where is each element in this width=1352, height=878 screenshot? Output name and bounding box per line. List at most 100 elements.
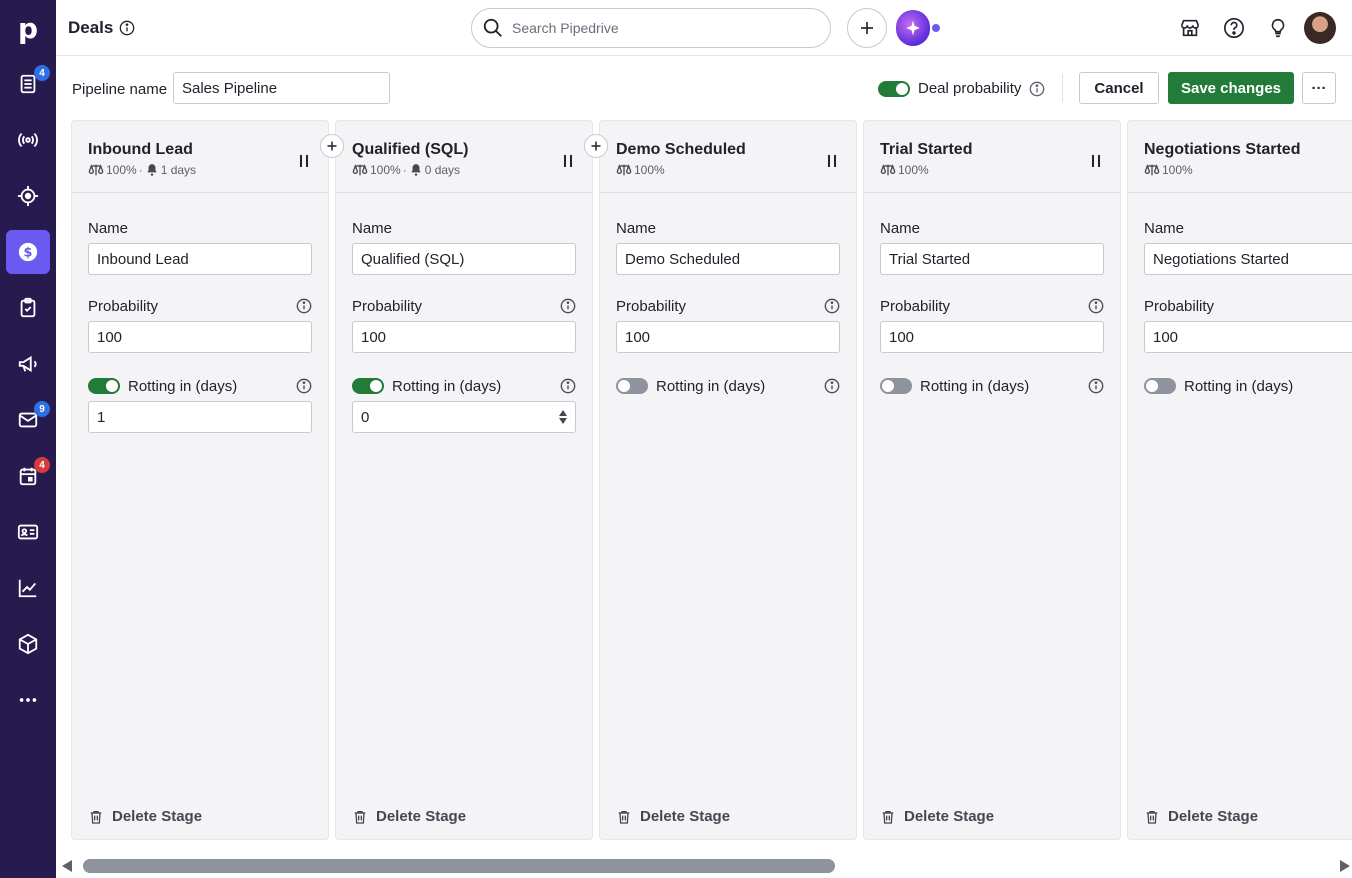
info-icon[interactable] — [824, 298, 840, 314]
probability-input[interactable]: 100 — [88, 321, 312, 353]
divider — [1062, 74, 1063, 102]
cancel-button[interactable]: Cancel — [1079, 72, 1159, 104]
contact-card-icon — [17, 524, 39, 540]
scroll-right-arrow[interactable] — [1340, 860, 1350, 872]
info-icon[interactable] — [1029, 81, 1045, 97]
stage-name-input[interactable]: Inbound Lead — [88, 243, 312, 275]
sidebar: p 4 $ 9 4 — [0, 0, 56, 878]
more-options-button[interactable]: ··· — [1302, 72, 1336, 104]
stage-name-input[interactable]: Qualified (SQL) — [352, 243, 576, 275]
search-input[interactable] — [512, 20, 812, 36]
scroll-left-arrow[interactable] — [62, 860, 72, 872]
page-title-text: Deals — [68, 18, 114, 37]
sidebar-item-products[interactable] — [6, 622, 50, 666]
help-button[interactable] — [1220, 14, 1248, 42]
sidebar-item-more[interactable] — [6, 678, 50, 722]
drag-handle-icon[interactable] — [564, 155, 572, 167]
horizontal-scrollbar[interactable] — [56, 852, 1352, 878]
rotting-toggle[interactable] — [88, 378, 120, 394]
stage-name-input[interactable]: Negotiations Started — [1144, 243, 1352, 275]
quick-add-button[interactable] — [847, 8, 887, 48]
info-icon[interactable] — [824, 378, 840, 394]
stage-name-value: Demo Scheduled — [625, 250, 741, 268]
delete-stage-button[interactable]: Delete Stage — [616, 808, 730, 825]
dollar-icon: $ — [18, 242, 38, 262]
rotting-row: Rotting in (days) — [880, 377, 1104, 395]
info-icon[interactable] — [560, 298, 576, 314]
stage-header: Qualified (SQL) 100% · 0 days — [336, 121, 592, 193]
name-label: Name — [88, 219, 312, 237]
balance-scale-icon — [616, 164, 632, 176]
balance-scale-icon — [880, 164, 896, 176]
clipboard-check-icon — [20, 297, 36, 318]
stage-name-input[interactable]: Demo Scheduled — [616, 243, 840, 275]
tips-button[interactable] — [1264, 14, 1292, 42]
delete-stage-button[interactable]: Delete Stage — [88, 808, 202, 825]
bell-icon — [147, 164, 157, 176]
trash-icon — [618, 810, 630, 824]
sidebar-item-campaigns[interactable] — [6, 118, 50, 162]
stage-name-value: Trial Started — [889, 250, 971, 268]
stage-probability-meta: 100% — [898, 163, 929, 177]
info-icon[interactable] — [296, 378, 312, 394]
probability-input[interactable]: 100 — [352, 321, 576, 353]
rotting-toggle[interactable] — [352, 378, 384, 394]
stage-header: Trial Started 100% — [864, 121, 1120, 193]
sidebar-item-calendar[interactable]: 4 — [6, 454, 50, 498]
probability-input[interactable]: 100 — [1144, 321, 1352, 353]
drag-handle-icon[interactable] — [1092, 155, 1100, 167]
stage-probability-meta: 100% — [634, 163, 665, 177]
rotting-days-input[interactable]: 1 — [88, 401, 312, 433]
pipeline-name-input[interactable] — [173, 72, 390, 104]
stage-name-input[interactable]: Trial Started — [880, 243, 1104, 275]
trash-icon — [1146, 810, 1158, 824]
sidebar-item-marketing[interactable] — [6, 342, 50, 386]
sidebar-item-mail[interactable]: 9 — [6, 398, 50, 442]
stage-column: Qualified (SQL) 100% · 0 days Name Qualifie… — [335, 120, 593, 840]
probability-label: Probability — [1144, 297, 1352, 315]
marketplace-button[interactable] — [1176, 14, 1204, 42]
drag-handle-icon[interactable] — [300, 155, 308, 167]
probability-input[interactable]: 100 — [880, 321, 1104, 353]
scrollbar-thumb[interactable] — [83, 859, 835, 873]
probability-input[interactable]: 100 — [616, 321, 840, 353]
info-icon[interactable] — [296, 298, 312, 314]
sidebar-item-contacts[interactable] — [6, 510, 50, 554]
pipedrive-logo[interactable]: p — [0, 0, 56, 56]
add-stage-button[interactable] — [320, 134, 344, 158]
info-icon[interactable] — [119, 20, 135, 36]
search-bar[interactable] — [471, 8, 831, 48]
ai-assistant-button[interactable] — [896, 8, 940, 48]
rotting-toggle[interactable] — [1144, 378, 1176, 394]
stage-meta: 100% — [1144, 163, 1352, 177]
pipeline-name-label: Pipeline name — [72, 81, 168, 98]
sidebar-item-projects[interactable] — [6, 174, 50, 218]
deal-probability-toggle[interactable] — [878, 80, 910, 97]
rotting-toggle[interactable] — [880, 378, 912, 394]
delete-stage-button[interactable]: Delete Stage — [352, 808, 466, 825]
sidebar-item-activities[interactable] — [6, 286, 50, 330]
rotting-row: Rotting in (days) — [88, 377, 312, 395]
sidebar-item-leads[interactable]: 4 — [6, 62, 50, 106]
info-icon[interactable] — [1088, 378, 1104, 394]
sidebar-item-insights[interactable] — [6, 566, 50, 610]
meta-separator: · — [402, 163, 407, 177]
rotting-toggle[interactable] — [616, 378, 648, 394]
save-changes-button[interactable]: Save changes — [1168, 72, 1294, 104]
delete-stage-button[interactable]: Delete Stage — [1144, 808, 1258, 825]
probability-label-text: Probability — [616, 297, 687, 315]
question-icon — [1224, 18, 1244, 38]
stage-form: Name Trial Started Probability 100 Rotting i… — [864, 193, 1120, 395]
delete-stage-button[interactable]: Delete Stage — [880, 808, 994, 825]
number-stepper[interactable] — [559, 410, 567, 424]
pipeline-settings-bar: Pipeline name Deal probability Cancel Sa… — [56, 57, 1352, 119]
rotting-row: Rotting in (days) — [1144, 377, 1352, 395]
avatar[interactable] — [1304, 12, 1336, 44]
drag-handle-icon[interactable] — [828, 155, 836, 167]
sidebar-item-deals[interactable]: $ — [6, 230, 50, 274]
info-icon[interactable] — [1088, 298, 1104, 314]
rotting-days-input[interactable]: 0 — [352, 401, 576, 433]
rotting-label: Rotting in (days) — [656, 377, 766, 395]
add-stage-button[interactable] — [584, 134, 608, 158]
info-icon[interactable] — [560, 378, 576, 394]
